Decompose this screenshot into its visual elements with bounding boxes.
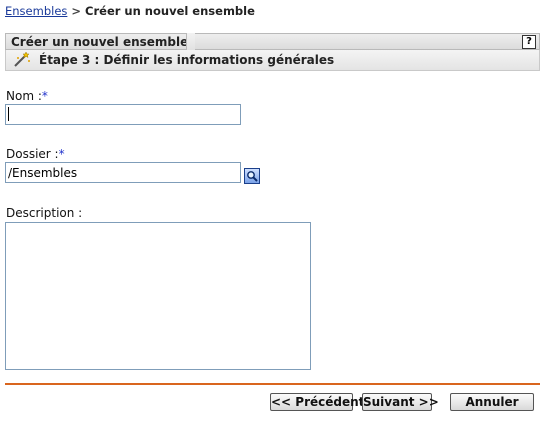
breadcrumb-current: Créer un nouvel ensemble	[85, 4, 255, 18]
name-label-text: Nom :	[6, 89, 42, 103]
breadcrumb: Ensembles > Créer un nouvel ensemble	[5, 4, 255, 18]
panel-header: Créer un nouvel ensemble ?	[5, 33, 540, 50]
wizard-wand-icon	[13, 51, 31, 71]
folder-required-marker: *	[58, 147, 65, 161]
previous-button[interactable]: << Précédent	[270, 393, 364, 411]
name-input[interactable]	[5, 104, 241, 125]
browse-folder-button[interactable]	[244, 168, 260, 184]
name-label: Nom :*	[6, 89, 48, 103]
panel-title: Créer un nouvel ensemble	[11, 35, 189, 49]
step-bar: Étape 3 : Définir les informations génér…	[5, 50, 540, 71]
step-title: Étape 3 : Définir les informations génér…	[39, 53, 335, 67]
description-label: Description :	[6, 206, 83, 220]
folder-label: Dossier :*	[6, 147, 65, 161]
cancel-button[interactable]: Annuler	[450, 393, 534, 411]
panel-tab-edge	[186, 33, 195, 50]
magnifier-icon	[247, 171, 258, 182]
name-required-marker: *	[41, 89, 48, 103]
folder-input[interactable]	[5, 162, 241, 183]
footer-divider	[5, 383, 540, 385]
next-button[interactable]: Suivant >>	[362, 393, 439, 411]
breadcrumb-separator: >	[71, 4, 82, 18]
text-cursor	[8, 107, 9, 121]
description-textarea[interactable]	[5, 222, 311, 370]
folder-label-text: Dossier :	[6, 147, 59, 161]
breadcrumb-link-ensembles[interactable]: Ensembles	[5, 4, 67, 18]
help-button[interactable]: ?	[522, 35, 536, 49]
